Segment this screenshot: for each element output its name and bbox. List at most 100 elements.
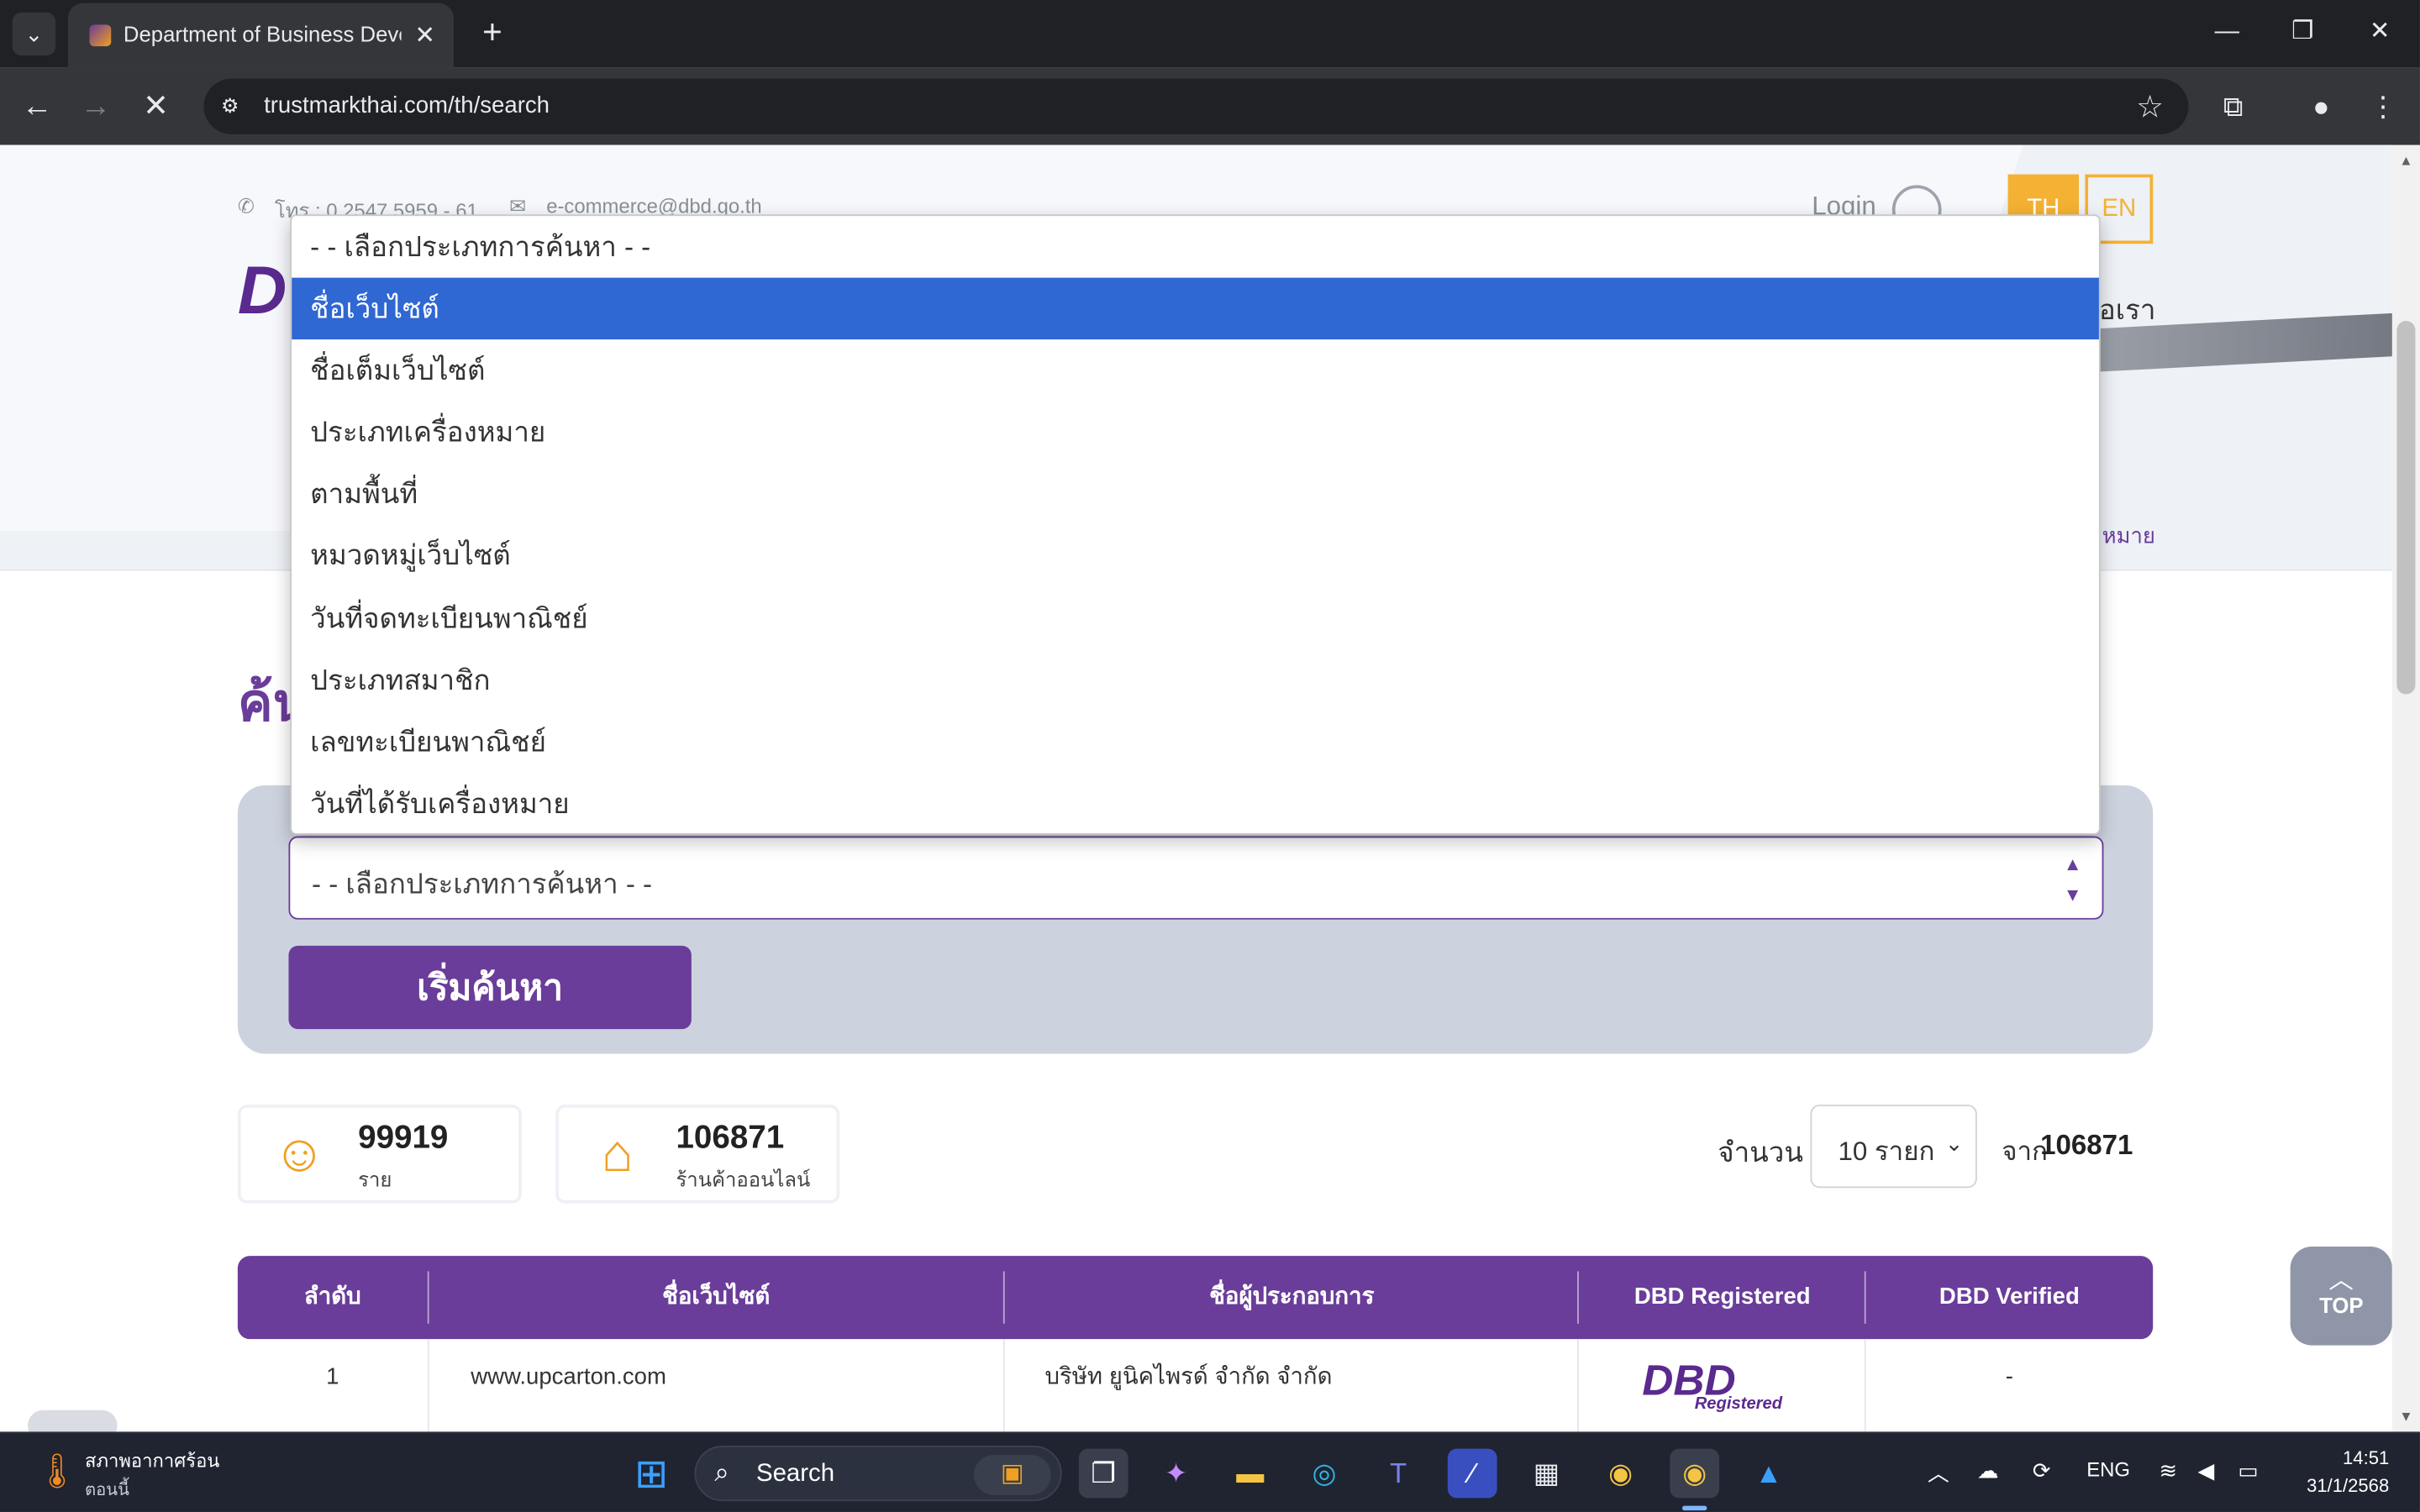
search-type-select[interactable]: - - เลือกประเภทการค้นหา - - ▲ ▼ bbox=[288, 836, 2104, 920]
back-icon[interactable]: ← bbox=[17, 87, 57, 127]
file-explorer-icon[interactable]: ▬ bbox=[1225, 1449, 1275, 1499]
favicon-icon bbox=[89, 24, 112, 47]
tab-search-button[interactable]: ⌄ bbox=[12, 12, 56, 56]
sync-icon[interactable]: ⟳ bbox=[2033, 1458, 2051, 1484]
scrollbar-thumb[interactable] bbox=[2396, 321, 2416, 695]
dropdown-option[interactable]: ประเภทสมาชิก bbox=[292, 649, 2099, 711]
cloud-icon[interactable]: ☁ bbox=[1977, 1458, 1999, 1484]
input-language[interactable]: ENG bbox=[2086, 1458, 2130, 1482]
battery-icon[interactable]: ▭ bbox=[2238, 1458, 2258, 1484]
volume-icon[interactable]: ◀ bbox=[2197, 1458, 2214, 1484]
start-search-button[interactable]: เริ่มค้นหา bbox=[288, 945, 692, 1030]
dropdown-option-selected[interactable]: ชื่อเว็บไซต์ bbox=[292, 277, 2099, 340]
browser-tab[interactable]: Department of Business Develo ✕ bbox=[67, 3, 454, 68]
clock-time[interactable]: 14:51 bbox=[2318, 1447, 2389, 1469]
shop-icon: ⌂ bbox=[601, 1124, 634, 1184]
chevron-up-icon[interactable]: ▲ bbox=[2059, 850, 2086, 878]
top-label: TOP bbox=[2319, 1293, 2364, 1318]
chevron-up-icon: ︿ bbox=[2328, 1268, 2354, 1294]
bookmark-star-icon[interactable]: ☆ bbox=[2136, 88, 2164, 127]
briefcase-icon: ▣ bbox=[973, 1455, 1051, 1495]
new-tab-button[interactable]: + bbox=[472, 13, 513, 53]
windows-start-icon[interactable]: ⊞ bbox=[627, 1449, 676, 1499]
site-info-icon[interactable]: ⚙ bbox=[216, 92, 244, 120]
app-icon[interactable]: ⁄ bbox=[1447, 1448, 1497, 1499]
edge-icon[interactable]: ◎ bbox=[1300, 1449, 1349, 1499]
members-label: ราย bbox=[358, 1168, 392, 1191]
dropdown-option[interactable]: ตามพื้นที่ bbox=[292, 463, 2099, 524]
dropdown-option[interactable]: ชื่อเต็มเว็บไซต์ bbox=[292, 339, 2099, 401]
nav-menu-item-about[interactable]: อเรา bbox=[2099, 287, 2155, 332]
minimize-icon[interactable]: — bbox=[2207, 13, 2247, 53]
chevron-down-icon[interactable]: ▼ bbox=[2059, 881, 2086, 909]
count-label: จำนวน bbox=[1718, 1137, 1803, 1168]
search-type-dropdown: - - เลือกประเภทการค้นหา - - ชื่อเว็บไซต์… bbox=[290, 214, 2101, 835]
thermometer-icon[interactable]: 🌡 bbox=[34, 1449, 80, 1495]
cell-divider bbox=[1577, 1339, 1579, 1432]
page-scrollbar[interactable]: ▲ ▼ bbox=[2391, 144, 2420, 1432]
profile-icon[interactable]: ● bbox=[2302, 87, 2342, 127]
browser-tab-bar: ⌄ Department of Business Develo ✕ + — ❐ … bbox=[0, 0, 2420, 68]
wifi-icon[interactable]: ≋ bbox=[2160, 1458, 2178, 1484]
search-icon: ⌕ bbox=[714, 1457, 729, 1488]
address-bar[interactable]: ⚙ trustmarkthai.com/th/search ☆ bbox=[203, 78, 2189, 134]
active-app-indicator bbox=[1682, 1505, 1707, 1511]
taskbar-search-text: Search bbox=[755, 1461, 835, 1488]
dropdown-option[interactable]: วันที่จดทะเบียนพาณิชย์ bbox=[292, 588, 2099, 649]
chrome-active-icon[interactable]: ◉ bbox=[1670, 1448, 1720, 1499]
chevron-up-icon[interactable]: ︿ bbox=[1928, 1458, 1949, 1489]
members-stat-card: ☺ 99919 ราย bbox=[237, 1105, 522, 1204]
restore-icon[interactable]: ❐ bbox=[2282, 13, 2323, 53]
close-window-icon[interactable]: ✕ bbox=[2360, 13, 2400, 53]
scroll-down-icon[interactable]: ▼ bbox=[2392, 1404, 2420, 1428]
column-header-operator[interactable]: ชื่อผู้ประกอบการ bbox=[1005, 1256, 1579, 1339]
phone-icon: ✆ bbox=[237, 194, 255, 218]
per-page-value: 10 รายก bbox=[1838, 1137, 1935, 1167]
column-header-dbd-verified[interactable]: DBD Verified bbox=[1866, 1256, 2154, 1339]
user-icon: ☺ bbox=[272, 1124, 327, 1184]
tab-title: Department of Business Develo bbox=[123, 21, 402, 47]
extensions-icon[interactable]: ⧉ bbox=[2213, 87, 2254, 127]
cell-divider bbox=[1002, 1339, 1005, 1432]
per-page-select[interactable]: 10 รายก ⌄ bbox=[1810, 1105, 1977, 1189]
column-header-website[interactable]: ชื่อเว็บไซต์ bbox=[429, 1256, 1003, 1339]
breadcrumb: หมาย bbox=[2102, 522, 2156, 549]
teams-icon[interactable]: T bbox=[1374, 1449, 1423, 1499]
dropdown-option[interactable]: - - เลือกประเภทการค้นหา - - bbox=[292, 216, 2099, 277]
taskbar-search[interactable]: ⌕ Search ▣ bbox=[694, 1445, 1062, 1502]
row-index: 1 bbox=[326, 1363, 339, 1390]
clock-date[interactable]: 31/1/2568 bbox=[2287, 1475, 2389, 1497]
row-website[interactable]: www.upcarton.com bbox=[471, 1339, 980, 1431]
chrome-icon[interactable]: ◉ bbox=[1596, 1449, 1645, 1499]
browser-toolbar: ← → ✕ ⚙ trustmarkthai.com/th/search ☆ ⧉ … bbox=[0, 67, 2420, 145]
dbd-registered-badge[interactable]: DBD Registered bbox=[1642, 1357, 1802, 1419]
taskbar: 🌡 สภาพอากาศร้อน ตอนนี้ ⊞ ⌕ Search ▣ ❐ ✦ … bbox=[0, 1431, 2420, 1512]
row-verified: - bbox=[2005, 1363, 2013, 1390]
dropdown-option[interactable]: ประเภทเครื่องหมาย bbox=[292, 402, 2099, 463]
column-header-index[interactable]: ลำดับ bbox=[238, 1256, 428, 1339]
url-text[interactable]: trustmarkthai.com/th/search bbox=[264, 92, 550, 118]
members-count: 99919 bbox=[358, 1120, 449, 1156]
shops-label: ร้านค้าออนไลน์ bbox=[676, 1168, 811, 1191]
task-view-icon[interactable]: ❐ bbox=[1078, 1448, 1128, 1499]
dbd-logo[interactable]: D bbox=[238, 255, 293, 327]
weather-title[interactable]: สภาพอากาศร้อน bbox=[85, 1447, 219, 1477]
forward-icon[interactable]: → bbox=[76, 87, 116, 127]
dropdown-option[interactable]: เลขทะเบียนพาณิชย์ bbox=[292, 711, 2099, 773]
copilot-icon[interactable]: ✦ bbox=[1151, 1449, 1201, 1499]
shops-stat-card: ⌂ 106871 ร้านค้าออนไลน์ bbox=[555, 1105, 840, 1204]
column-header-dbd-registered[interactable]: DBD Registered bbox=[1579, 1256, 1866, 1339]
dropdown-option[interactable]: วันที่ได้รับเครื่องหมาย bbox=[292, 773, 2099, 833]
store-icon[interactable]: ▦ bbox=[1522, 1449, 1571, 1499]
menu-icon[interactable]: ⋮ bbox=[2363, 87, 2403, 127]
shops-count: 106871 bbox=[676, 1120, 785, 1156]
dropdown-option[interactable]: หมวดหมู่เว็บไซต์ bbox=[292, 524, 2099, 585]
scroll-up-icon[interactable]: ▲ bbox=[2392, 148, 2420, 172]
stop-loading-icon[interactable]: ✕ bbox=[136, 87, 176, 127]
back-to-top-button[interactable]: ︿ TOP bbox=[2290, 1247, 2392, 1346]
floating-pill[interactable] bbox=[28, 1410, 118, 1432]
photos-icon[interactable]: ▲ bbox=[1744, 1449, 1793, 1499]
screen: ⌄ Department of Business Develo ✕ + — ❐ … bbox=[0, 0, 2420, 1512]
close-tab-icon[interactable]: ✕ bbox=[414, 20, 435, 51]
table-row[interactable]: 1 www.upcarton.com บริษัท ยูนิคไพรด์ จำก… bbox=[237, 1339, 2154, 1432]
